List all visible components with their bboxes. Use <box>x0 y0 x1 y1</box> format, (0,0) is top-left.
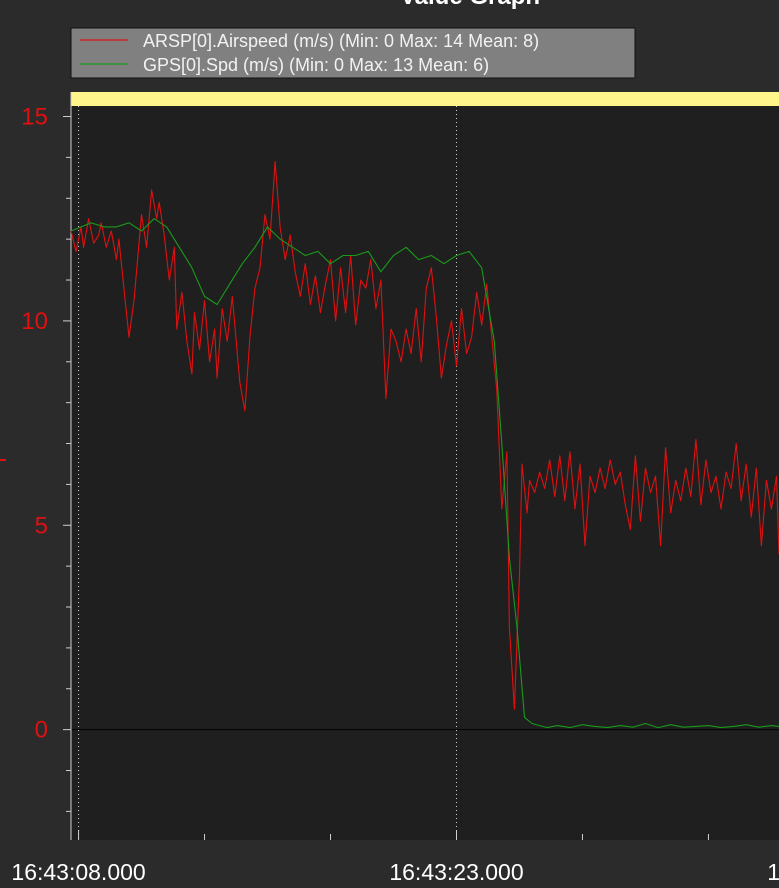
x-tick-label: 16:43:08.000 <box>11 859 145 885</box>
legend-label-gps-speed: GPS[0].Spd (m/s) (Min: 0 Max: 13 Mean: 6… <box>143 55 489 75</box>
y-tick-label: 5 <box>35 512 48 539</box>
plot-area[interactable] <box>71 92 779 840</box>
value-graph-chart[interactable]: Value Graph ARSP[0].Airspeed (m/s) (Min:… <box>0 0 779 888</box>
y-tick-label: 15 <box>21 104 48 131</box>
y-tick-label: 10 <box>21 308 48 335</box>
y-tick-label: 0 <box>35 717 48 744</box>
x-tick-label: 16:43:38.000 <box>767 859 779 885</box>
graph-title: Value Graph <box>400 0 540 10</box>
legend-label-airspeed: ARSP[0].Airspeed (m/s) (Min: 0 Max: 14 M… <box>143 31 539 51</box>
x-tick-label: 16:43:23.000 <box>389 859 523 885</box>
legend[interactable]: ARSP[0].Airspeed (m/s) (Min: 0 Max: 14 M… <box>70 27 636 79</box>
highlight-band <box>71 92 779 106</box>
